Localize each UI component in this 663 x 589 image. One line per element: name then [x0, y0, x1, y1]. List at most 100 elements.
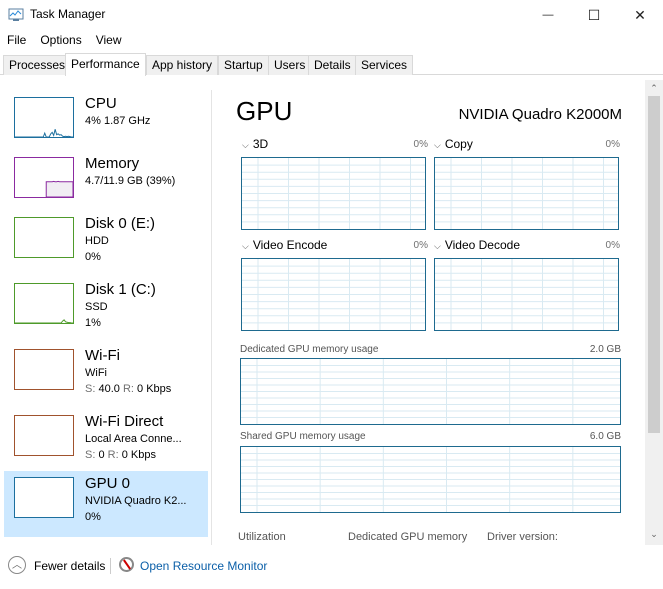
sidebar-item-disk0[interactable]: Disk 0 (E:) HDD 0% [4, 211, 208, 277]
shared-memory-label: Shared GPU memory usage [240, 431, 366, 442]
receive-value: 0 Kbps [121, 449, 156, 461]
sidebar-item-usage: 0% [85, 511, 101, 523]
send-label: S: [85, 449, 96, 461]
title-bar: Task Manager — ☐ ✕ [0, 0, 663, 30]
wifi-direct-thumbnail-graph [14, 415, 74, 456]
memory-mini-chart [45, 180, 74, 198]
cpu-thumbnail-graph [14, 97, 74, 138]
sidebar-item-detail: Local Area Conne... [85, 433, 182, 445]
series-line-cpu [15, 129, 73, 138]
scroll-down-icon[interactable]: ⌄ [645, 526, 663, 542]
engine-video-encode-percent: 0% [413, 240, 428, 251]
dedicated-memory-value: 2.0 GB [589, 344, 621, 355]
sidebar-item-disk1[interactable]: Disk 1 (C:) SSD 1% [4, 277, 208, 343]
disk0-thumbnail-graph [14, 217, 74, 258]
chevron-down-icon: ⌵ [434, 140, 441, 150]
footer-bar: ︿ Fewer details Open Resource Monitor [0, 553, 663, 579]
engine-video-encode-graph [241, 258, 426, 331]
open-resource-monitor-link[interactable]: Open Resource Monitor [140, 559, 267, 573]
shared-memory-graph [240, 446, 621, 513]
series-line-disk-1-c- [15, 319, 73, 324]
sidebar-item-label: Wi-Fi Direct [85, 413, 164, 430]
sidebar-item-wifi[interactable]: Wi-Fi WiFi S: 40.0 R: 0 Kbps [4, 343, 208, 409]
window-title: Task Manager [30, 7, 106, 21]
sidebar-item-detail: 4% 1.87 GHz [85, 115, 151, 127]
tab-processes[interactable]: Processes [3, 55, 72, 75]
cpu-mini-chart [15, 129, 73, 138]
resource-monitor-icon[interactable] [119, 557, 134, 572]
close-icon: ✕ [634, 6, 646, 23]
menu-file[interactable]: File [0, 31, 33, 49]
graph-grid [242, 259, 425, 330]
engine-video-decode-graph [434, 258, 619, 331]
scroll-up-icon[interactable]: ⌃ [645, 80, 663, 96]
engine-video-decode-selector[interactable]: ⌵ Video Decode [434, 238, 520, 252]
gpu-model-name: NVIDIA Quadro K2000M [458, 106, 622, 123]
sidebar-item-label: GPU 0 [85, 475, 131, 492]
dedicated-memory-label: Dedicated GPU memory usage [240, 344, 379, 355]
engine-copy-graph [434, 157, 619, 230]
page-title: GPU [236, 96, 293, 126]
graph-grid [241, 359, 620, 424]
disk1-thumbnail-graph [14, 283, 74, 324]
menu-options[interactable]: Options [33, 31, 88, 49]
footer-divider [110, 558, 111, 574]
maximize-button[interactable]: ☐ [571, 0, 617, 30]
chevron-down-icon: ⌵ [242, 140, 249, 150]
sidebar-item-detail: HDD [85, 235, 109, 247]
tab-app-history[interactable]: App history [146, 55, 219, 75]
chevron-down-icon: ⌵ [242, 241, 249, 251]
sidebar-item-label: CPU [85, 95, 117, 112]
chevron-up-circle-icon[interactable]: ︿ [8, 556, 26, 574]
engine-label: Video Decode [444, 238, 520, 252]
tab-startup[interactable]: Startup [218, 55, 269, 75]
graph-grid [435, 259, 618, 330]
sidebar-item-gpu0[interactable]: GPU 0 NVIDIA Quadro K2... 0% [4, 471, 208, 537]
disk1-mini-chart [15, 319, 73, 324]
graph-grid [435, 158, 618, 229]
sidebar-item-wifi-direct[interactable]: Wi-Fi Direct Local Area Conne... S: 0 R:… [4, 409, 208, 475]
engine-label: Copy [444, 137, 473, 151]
scrollbar-thumb[interactable] [648, 96, 660, 433]
menu-view[interactable]: View [89, 31, 129, 49]
utilization-label: Utilization [238, 531, 286, 543]
wifi-thumbnail-graph [14, 349, 74, 390]
memory-thumbnail-graph [14, 157, 74, 198]
sidebar-item-detail: NVIDIA Quadro K2... [85, 495, 187, 507]
tab-users[interactable]: Users [268, 55, 312, 75]
receive-label: R: [107, 449, 119, 461]
receive-value: 0 Kbps [137, 383, 172, 395]
minimize-button[interactable]: — [525, 0, 571, 30]
tab-performance[interactable]: Performance [65, 53, 146, 76]
sidebar-item-cpu[interactable]: CPU 4% 1.87 GHz [4, 91, 208, 157]
fewer-details-button[interactable]: Fewer details [34, 559, 105, 573]
sidebar-item-label: Disk 1 (C:) [85, 281, 156, 298]
sidebar-item-label: Memory [85, 155, 140, 172]
minimize-icon: — [542, 9, 554, 21]
vertical-scrollbar[interactable]: ⌃ ⌄ [645, 80, 663, 545]
sidebar-item-detail: WiFi [85, 367, 107, 379]
sidebar-item-usage: 0% [85, 251, 101, 263]
receive-label: R: [122, 383, 134, 395]
tab-services[interactable]: Services [355, 55, 414, 75]
sidebar-item-detail: 4.7/11.9 GB (39%) [85, 175, 176, 187]
sidebar-item-detail: SSD [85, 301, 108, 313]
sidebar-item-throughput: S: 40.0 R: 0 Kbps [85, 383, 171, 395]
engine-video-encode-selector[interactable]: ⌵ Video Encode [242, 238, 327, 252]
maximize-icon: ☐ [587, 6, 601, 23]
close-button[interactable]: ✕ [617, 0, 663, 30]
sidebar-item-label: Wi-Fi [85, 347, 120, 364]
send-value: 40.0 [98, 383, 120, 395]
engine-copy-selector[interactable]: ⌵ Copy [434, 137, 473, 151]
engine-3d-percent: 0% [413, 139, 428, 150]
engine-3d-graph [241, 157, 426, 230]
sidebar-item-usage: 1% [85, 317, 101, 329]
engine-3d-selector[interactable]: ⌵ 3D [242, 137, 268, 151]
send-value: 0 [98, 449, 105, 461]
engine-label: Video Encode [252, 238, 328, 252]
graph-grid [241, 447, 620, 512]
engine-label: 3D [252, 137, 269, 151]
tab-details[interactable]: Details [308, 55, 357, 75]
menu-bar: File Options View [0, 31, 129, 49]
sidebar-item-memory[interactable]: Memory 4.7/11.9 GB (39%) [4, 151, 208, 217]
